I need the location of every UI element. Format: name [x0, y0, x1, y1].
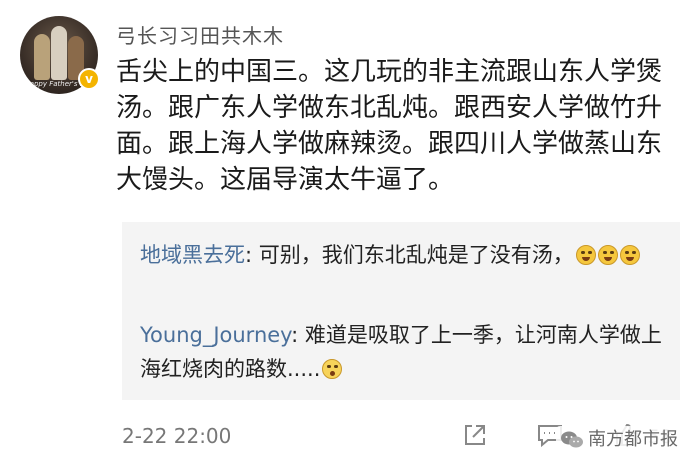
avatar-figure: [51, 26, 67, 80]
comments-box: 地域黑去死: 可别，我们东北乱炖是了没有汤， Young_Journey: 难道…: [122, 222, 680, 400]
avatar-figure: [34, 34, 50, 80]
post-text: 舌尖上的中国三。这几玩的非主流跟山东人学煲汤。跟广东人学做东北乱炖。跟西安人学做…: [116, 57, 663, 195]
share-icon[interactable]: [462, 422, 490, 450]
watermark: 南方都市报: [556, 426, 684, 454]
laugh-cry-emoji: [575, 245, 596, 265]
comment-author[interactable]: Young_Journey: [140, 323, 291, 347]
laugh-cry-emoji: [597, 245, 618, 265]
comment-item: Young_Journey: 难道是吸取了上一季，让河南人学做上海红烧肉的路数.…: [140, 318, 670, 386]
comment-separator: :: [291, 323, 305, 347]
comment-author[interactable]: 地域黑去死: [140, 243, 245, 267]
watermark-text: 南方都市报: [588, 429, 678, 450]
comment-separator: :: [245, 243, 259, 267]
laugh-cry-emoji: [619, 245, 640, 265]
comment-item: 地域黑去死: 可别，我们东北乱炖是了没有汤，: [140, 238, 670, 272]
wechat-icon: [561, 431, 583, 448]
comment-text: 可别，我们东北乱炖是了没有汤，: [258, 243, 574, 267]
shocked-emoji: [322, 359, 343, 379]
verified-icon: v: [78, 68, 100, 90]
username[interactable]: 弓长习习田共木木: [116, 20, 284, 49]
post-timestamp: 2-22 22:00: [122, 424, 232, 448]
